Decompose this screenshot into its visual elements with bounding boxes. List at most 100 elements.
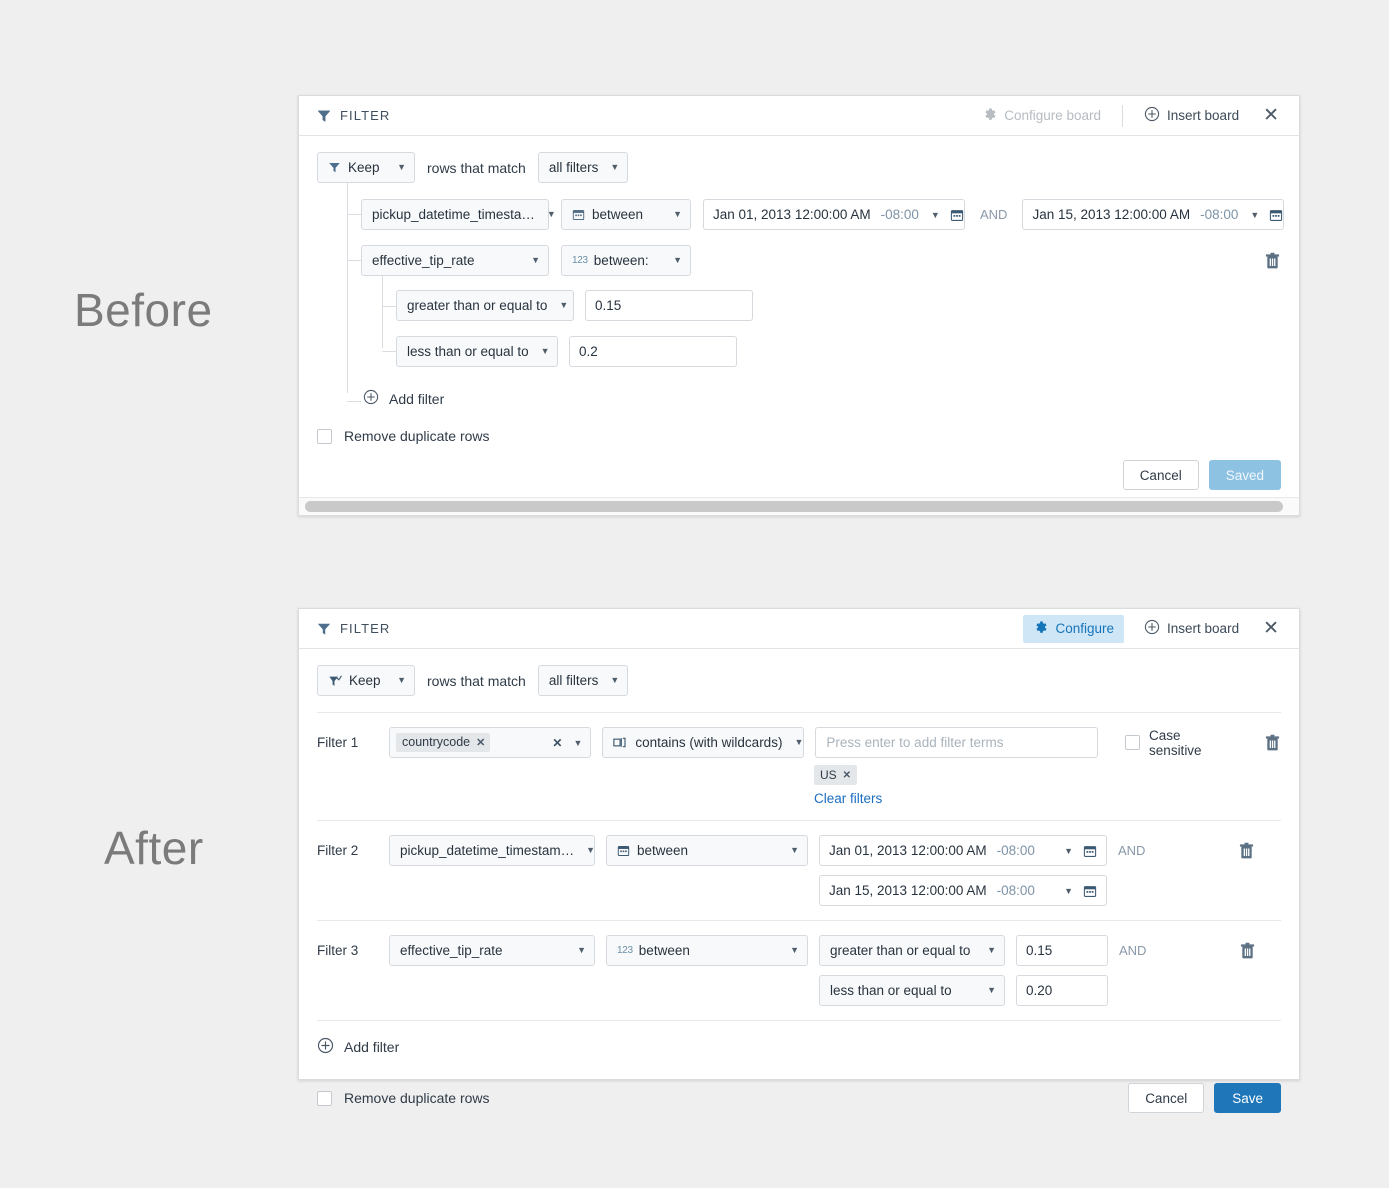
- filter-row-1: Filter 1 countrycode ✕ ✕ ▼ contains (wit…: [317, 712, 1281, 821]
- remove-duplicate-rows-checkbox[interactable]: [317, 428, 332, 444]
- filter-term-label: US: [820, 768, 837, 782]
- save-button[interactable]: Save: [1214, 1083, 1281, 1113]
- chevron-down-icon[interactable]: ▼: [573, 738, 582, 748]
- match-mode-dropdown[interactable]: all filters ▼: [537, 665, 628, 696]
- calendar-picker-icon[interactable]: [1083, 844, 1097, 858]
- clear-filters-link[interactable]: Clear filters: [814, 791, 882, 806]
- add-filter-label: Add filter: [389, 390, 445, 407]
- field-dropdown[interactable]: effective_tip_rate ▼: [361, 245, 549, 276]
- case-sensitive-control[interactable]: Case sensitive: [1125, 727, 1235, 758]
- chevron-down-icon[interactable]: ▼: [1064, 886, 1073, 896]
- chevron-down-icon[interactable]: ▼: [1064, 846, 1073, 856]
- comparison-value: 0.2: [579, 344, 598, 359]
- insert-board-button[interactable]: Insert board: [1134, 614, 1249, 643]
- cancel-button[interactable]: Cancel: [1122, 460, 1199, 490]
- chevron-down-icon: ▼: [546, 209, 556, 219]
- delete-filter-button[interactable]: [1264, 734, 1281, 752]
- header-divider: [1122, 104, 1124, 127]
- date-to-input[interactable]: Jan 15, 2013 12:00:00 AM -08:00 ▼: [819, 875, 1107, 906]
- operator-dropdown[interactable]: 123 between ▼: [606, 935, 808, 966]
- gear-icon: [982, 107, 997, 125]
- chevron-down-icon: ▼: [540, 346, 550, 356]
- clear-field-icon[interactable]: ✕: [552, 736, 562, 750]
- add-filter-button[interactable]: Add filter: [317, 1037, 399, 1057]
- configure-button[interactable]: Configure: [1023, 614, 1125, 643]
- delete-filter-button[interactable]: [1239, 942, 1256, 960]
- keep-mode-dropdown[interactable]: Keep ▼: [317, 152, 415, 183]
- configure-board-button[interactable]: Configure board: [972, 102, 1111, 130]
- filter-terms-input[interactable]: Press enter to add filter terms: [815, 727, 1099, 758]
- tree-branch: [382, 351, 396, 352]
- remove-duplicate-rows-control[interactable]: Remove duplicate rows: [317, 1090, 490, 1106]
- close-icon[interactable]: ✕: [1249, 619, 1285, 638]
- chevron-down-icon: ▼: [531, 255, 540, 265]
- delete-filter-button[interactable]: [1238, 842, 1255, 860]
- horizontal-scrollbar[interactable]: [299, 497, 1299, 515]
- operator-label: contains (with wildcards): [635, 735, 783, 750]
- remove-duplicates-row-before: Remove duplicate rows: [299, 428, 1299, 444]
- operator-dropdown[interactable]: 123 between: ▼: [561, 245, 691, 276]
- comparison-dropdown-to[interactable]: less than or equal to ▼: [819, 975, 1005, 1006]
- filter-term-tag[interactable]: US ✕: [814, 765, 858, 785]
- field-chip[interactable]: countrycode ✕: [396, 733, 491, 752]
- filter-row-datetime: pickup_datetime_timesta… ▼ between ▼ Jan…: [299, 193, 1299, 230]
- field-dropdown[interactable]: effective_tip_rate ▼: [389, 935, 595, 966]
- keep-row-after: Keep ▼ rows that match all filters ▼: [299, 649, 1299, 712]
- comparison-value-input[interactable]: 0.15: [585, 290, 753, 321]
- comparison-value-input[interactable]: 0.2: [569, 336, 737, 367]
- remove-duplicate-rows-control[interactable]: Remove duplicate rows: [317, 428, 490, 444]
- remove-term-icon[interactable]: ✕: [843, 770, 851, 781]
- operator-dropdown[interactable]: contains (with wildcards) ▼: [602, 727, 805, 758]
- filter-terms-placeholder: Press enter to add filter terms: [826, 735, 1004, 750]
- after-label: After: [104, 822, 204, 874]
- filter-row-line-secondary: less than or equal to ▼ 0.20: [389, 975, 1256, 1006]
- field-dropdown[interactable]: pickup_datetime_timesta… ▼: [361, 199, 556, 230]
- chevron-down-icon: ▼: [559, 300, 569, 310]
- date-to-input[interactable]: Jan 15, 2013 12:00:00 AM -08:00 ▼: [1022, 199, 1285, 230]
- timezone-from: -08:00: [996, 843, 1035, 858]
- date-from-input[interactable]: Jan 01, 2013 12:00:00 AM -08:00 ▼: [819, 835, 1107, 866]
- remove-chip-icon[interactable]: ✕: [476, 736, 485, 749]
- delete-filter-button[interactable]: [1264, 252, 1281, 270]
- keep-mode-dropdown[interactable]: Keep ▼: [317, 665, 415, 696]
- scrollbar-thumb[interactable]: [305, 501, 1283, 512]
- panel-title: FILTER: [340, 621, 391, 636]
- comparison-dropdown[interactable]: less than or equal to ▼: [396, 336, 558, 367]
- case-sensitive-checkbox[interactable]: [1125, 735, 1141, 750]
- calendar-picker-icon[interactable]: [1269, 208, 1283, 222]
- comparison-value-to-input[interactable]: 0.20: [1016, 975, 1108, 1006]
- cancel-button[interactable]: Cancel: [1128, 1083, 1205, 1113]
- remove-duplicate-rows-checkbox[interactable]: [317, 1090, 332, 1106]
- comparison-value-from-input[interactable]: 0.15: [1016, 935, 1108, 966]
- match-mode-dropdown[interactable]: all filters ▼: [537, 152, 628, 183]
- field-chip-label: countrycode: [402, 735, 471, 749]
- close-icon[interactable]: ✕: [1249, 106, 1285, 125]
- plus-circle-icon: [317, 1037, 334, 1057]
- chevron-down-icon[interactable]: ▼: [1250, 210, 1259, 220]
- chevron-down-icon[interactable]: ▼: [931, 210, 940, 220]
- filter-row-number: effective_tip_rate ▼ 123 between: ▼: [299, 230, 1299, 276]
- add-filter-label: Add filter: [344, 1039, 400, 1055]
- operator-dropdown[interactable]: between ▼: [561, 199, 691, 230]
- comparison-dropdown[interactable]: greater than or equal to ▼: [396, 290, 574, 321]
- operator-dropdown[interactable]: between ▼: [606, 835, 808, 866]
- timezone-to: -08:00: [996, 883, 1035, 898]
- chevron-down-icon: ▼: [577, 945, 586, 955]
- keep-mode-label: Keep: [349, 673, 381, 688]
- tree-branch: [382, 306, 396, 307]
- calendar-picker-icon[interactable]: [950, 208, 964, 222]
- insert-board-button[interactable]: Insert board: [1134, 101, 1249, 130]
- field-dropdown[interactable]: pickup_datetime_timestam… ▼: [389, 835, 595, 866]
- operator-label: between:: [593, 253, 649, 268]
- comparison-dropdown-from[interactable]: greater than or equal to ▼: [819, 935, 1005, 966]
- comparison-value-from: 0.15: [1026, 943, 1053, 958]
- panel-header-actions: Configure board Insert board ✕: [972, 101, 1285, 130]
- field-chip-dropdown[interactable]: countrycode ✕ ✕ ▼: [389, 727, 592, 758]
- footer-buttons: Cancel Saved: [1122, 460, 1281, 490]
- add-filter-button[interactable]: Add filter: [363, 389, 444, 408]
- save-button[interactable]: Saved: [1208, 460, 1281, 490]
- funnel-check-icon: [328, 674, 342, 688]
- filter-funnel-icon: [317, 109, 331, 123]
- calendar-picker-icon[interactable]: [1083, 884, 1097, 898]
- date-from-input[interactable]: Jan 01, 2013 12:00:00 AM -08:00 ▼: [703, 199, 965, 230]
